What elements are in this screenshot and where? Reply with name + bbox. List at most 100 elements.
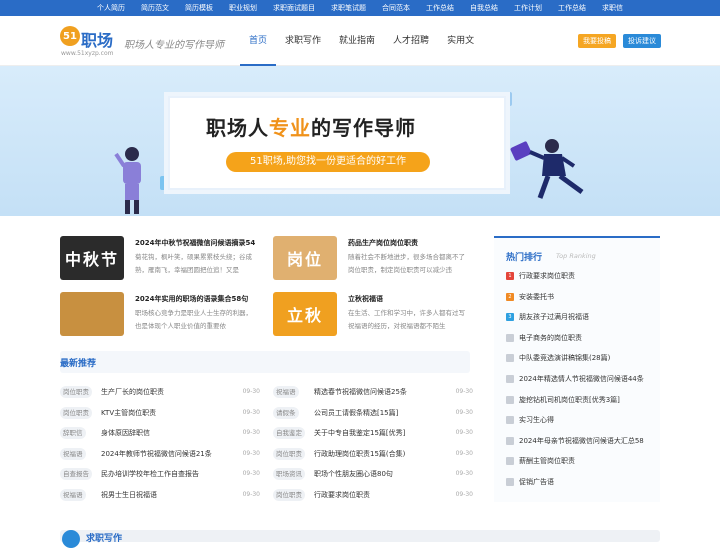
category-tag[interactable]: 辞职信 (60, 427, 86, 439)
category-tag[interactable]: 自我鉴定 (273, 427, 305, 439)
article-date: 09-30 (455, 429, 473, 436)
nav-item[interactable]: 实用文 (438, 16, 483, 66)
article-link[interactable]: 关于中专自我鉴定15篇[优秀] (314, 427, 444, 439)
header: 51 职场 www.51xyzp.com 职场人专业的写作导师 首页 求职写作 就业… (0, 16, 720, 66)
featured-title[interactable]: 2024年实用的职场的语录集合58句 (135, 294, 263, 304)
category-tag[interactable]: 岗位职责 (273, 488, 305, 501)
top-link[interactable]: 简历范文 (141, 3, 169, 13)
top-link[interactable]: 个人简历 (97, 3, 125, 13)
hot-item-link[interactable]: 朋友孩子过满月祝福语 (519, 311, 589, 323)
rank-number: 1 (506, 272, 514, 280)
category-tag[interactable]: 祝福语 (273, 386, 299, 398)
top-link[interactable]: 合同范本 (382, 3, 410, 13)
article-link[interactable]: KTV主管岗位职责 (101, 407, 231, 419)
list-item[interactable]: 请假条 公司员工请假条精选[15篇] 09-30 (273, 403, 473, 424)
hot-item[interactable]: 中队委竞选演讲稿锦集(28篇) (506, 351, 656, 365)
list-item[interactable]: 自查报告 民办培训学校年检工作自查报告 09-30 (60, 464, 260, 485)
hot-item-link[interactable]: 实习生心得 (519, 414, 554, 426)
list-item[interactable]: 岗位职责 行政助理岗位职责15篇(合集) 09-30 (273, 444, 473, 465)
list-item[interactable]: 岗位职责 KTV主管岗位职责 09-30 (60, 403, 260, 424)
article-link[interactable]: 行政助理岗位职责15篇(合集) (314, 448, 444, 460)
hot-item-link[interactable]: 2024年母亲节祝福微信问候语大汇总58 (519, 435, 644, 447)
category-tag[interactable]: 岗位职责 (60, 406, 92, 419)
article-link[interactable]: 行政要求岗位职责 (314, 489, 444, 501)
top-link[interactable]: 工作总结 (426, 3, 454, 13)
category-tag[interactable]: 祝福语 (60, 447, 86, 460)
hot-item[interactable]: 2024年精选情人节祝福微信问候语44条 (506, 372, 656, 386)
featured-thumbnail[interactable]: 岗位 (273, 236, 337, 280)
hot-item-link[interactable]: 中队委竞选演讲稿锦集(28篇) (519, 352, 610, 364)
hot-item-link[interactable]: 安装委托书 (519, 291, 554, 303)
category-tag[interactable]: 请假条 (273, 406, 299, 419)
complain-button[interactable]: 投诉建议 (623, 34, 661, 48)
hot-item[interactable]: 薪酬主管岗位职责 (506, 454, 656, 468)
hot-item[interactable]: 3 朋友孩子过满月祝福语 (506, 310, 656, 324)
nav-item[interactable]: 求职写作 (276, 16, 330, 66)
top-link[interactable]: 工作总结 (558, 3, 586, 13)
hot-item[interactable]: 1 行政要求岗位职责 (506, 269, 656, 283)
category-tag[interactable]: 岗位职责 (60, 386, 92, 398)
featured-card[interactable]: 立秋 立秋祝福语 在生活、工作和学习中，许多人都有过写祝福语的经历，对祝福语都不陌生 (273, 292, 473, 338)
list-item[interactable]: 岗位职责 行政要求岗位职责 09-30 (273, 485, 473, 506)
hot-item[interactable]: 2024年母亲节祝福微信问候语大汇总58 (506, 434, 656, 448)
article-link[interactable]: 公司员工请假条精选[15篇] (314, 407, 444, 419)
featured-thumbnail[interactable] (60, 292, 124, 336)
hot-item[interactable]: 电子商务的岗位职责 (506, 331, 656, 345)
article-link[interactable]: 民办培训学校年检工作自查报告 (101, 468, 231, 480)
next-section-header: 求职写作 (60, 530, 660, 548)
article-link[interactable]: 2024年教师节祝福微信问候语21条 (101, 448, 231, 460)
featured-title[interactable]: 2024年中秋节祝福微信问候语摘录54 (135, 238, 263, 248)
article-date: 09-30 (455, 470, 473, 477)
top-link[interactable]: 工作计划 (514, 3, 542, 13)
category-tag[interactable]: 职场资讯 (273, 468, 305, 480)
top-link[interactable]: 简历模板 (185, 3, 213, 13)
hot-item[interactable]: 2 安装委托书 (506, 290, 656, 304)
article-link[interactable]: 身体原因辞职信 (101, 427, 231, 439)
nav-item[interactable]: 人才招聘 (384, 16, 438, 66)
featured-thumbnail[interactable]: 中秋节 (60, 236, 124, 280)
list-item[interactable]: 辞职信 身体原因辞职信 09-30 (60, 423, 260, 444)
hot-item-link[interactable]: 旋挖钻机司机岗位职责[优秀3篇] (519, 394, 620, 406)
list-item[interactable]: 自我鉴定 关于中专自我鉴定15篇[优秀] 09-30 (273, 423, 473, 444)
featured-card[interactable]: 岗位 药品生产岗位岗位职责 随着社会不断地进步，很多场合都离不了岗位职责，制定岗位职… (273, 236, 473, 282)
hero-banner[interactable]: 职场人专业的写作导师 51职场,助您找一份更适合的好工作 (0, 66, 720, 216)
hot-item-link[interactable]: 促销广告语 (519, 476, 554, 488)
category-tag[interactable]: 岗位职责 (273, 447, 305, 460)
hot-item-link[interactable]: 行政要求岗位职责 (519, 270, 575, 282)
hot-item-link[interactable]: 薪酬主管岗位职责 (519, 455, 575, 467)
featured-card[interactable]: 2024年实用的职场的语录集合58句 职场核心竞争力是职业人士生存的利器，也是体现… (60, 292, 260, 338)
top-link[interactable]: 求职面试题目 (273, 3, 315, 13)
site-logo[interactable]: 51 职场 www.51xyzp.com (60, 26, 118, 66)
top-link[interactable]: 求职信 (602, 3, 623, 13)
article-date: 09-30 (455, 449, 473, 457)
article-link[interactable]: 职场个性朋友圈心语80句 (314, 468, 444, 480)
hot-item[interactable]: 促销广告语 (506, 475, 656, 489)
top-link[interactable]: 求职笔试题 (331, 3, 366, 13)
featured-thumbnail[interactable]: 立秋 (273, 292, 337, 336)
list-item[interactable]: 祝福语 精选春节祝福微信问候语25条 09-30 (273, 382, 473, 403)
category-tag[interactable]: 祝福语 (60, 488, 86, 501)
article-link[interactable]: 生产厂长的岗位职责 (101, 386, 231, 398)
hot-item[interactable]: 实习生心得 (506, 413, 656, 427)
woman-figure-illustration (114, 147, 141, 214)
article-link[interactable]: 祝男士生日祝福语 (101, 489, 231, 501)
article-link[interactable]: 精选春节祝福微信问候语25条 (314, 386, 444, 398)
featured-card[interactable]: 中秋节 2024年中秋节祝福微信问候语摘录54 菊花钩，枫叶笑，硕果累累枝头绕；谷成… (60, 236, 260, 282)
nav-item[interactable]: 首页 (240, 16, 277, 66)
list-item[interactable]: 祝福语 祝男士生日祝福语 09-30 (60, 485, 260, 506)
hot-item-link[interactable]: 2024年精选情人节祝福微信问候语44条 (519, 373, 644, 385)
top-link[interactable]: 职业规划 (229, 3, 257, 13)
banner-tagline: 51职场,助您找一份更适合的好工作 (226, 152, 430, 172)
hot-item[interactable]: 旋挖钻机司机岗位职责[优秀3篇] (506, 393, 656, 407)
latest-list-right: 祝福语 精选春节祝福微信问候语25条 09-30 请假条 公司员工请假条精选[15篇] 0… (273, 382, 473, 505)
featured-title[interactable]: 立秋祝福语 (348, 294, 476, 304)
category-tag[interactable]: 自查报告 (60, 468, 92, 480)
nav-item[interactable]: 就业指南 (330, 16, 384, 66)
list-item[interactable]: 职场资讯 职场个性朋友圈心语80句 09-30 (273, 464, 473, 485)
contribute-button[interactable]: 我要投稿 (578, 34, 616, 48)
hot-item-link[interactable]: 电子商务的岗位职责 (519, 332, 582, 344)
featured-title[interactable]: 药品生产岗位岗位职责 (348, 238, 476, 248)
list-item[interactable]: 岗位职责 生产厂长的岗位职责 09-30 (60, 382, 260, 403)
top-link[interactable]: 自我总结 (470, 3, 498, 13)
list-item[interactable]: 祝福语 2024年教师节祝福微信问候语21条 09-30 (60, 444, 260, 465)
